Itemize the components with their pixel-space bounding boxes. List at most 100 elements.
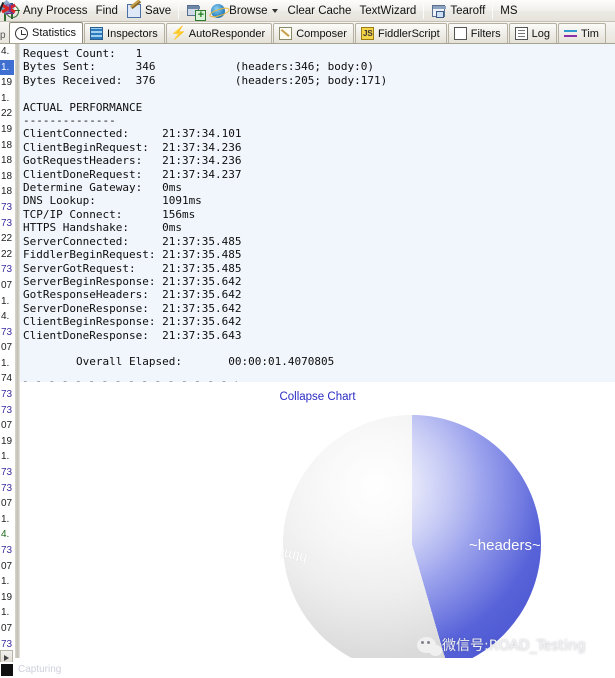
collapse-chart-link[interactable]: Collapse Chart [20, 391, 615, 403]
session-row[interactable]: 07 [0, 496, 14, 512]
session-row[interactable]: 1. [0, 91, 14, 107]
chart-area: Collapse Chart ~headers~ html [20, 383, 615, 658]
toolbar-button-clear-cache[interactable]: Clear Cache [0, 0, 356, 21]
tab-inspectors[interactable]: Inspectors [84, 23, 165, 43]
session-row[interactable]: 19 [0, 590, 14, 606]
session-row[interactable]: 73 [0, 387, 14, 403]
pie-label-headers: ~headers~ [469, 537, 541, 554]
session-row[interactable]: 4. [0, 44, 14, 60]
statistics-text: Request Count: 1 Bytes Sent: 346 (header… [23, 47, 388, 369]
session-row[interactable]: 18 [0, 184, 14, 200]
session-row[interactable]: 73 [0, 216, 14, 232]
toolbar-button-browse[interactable]: Browse [206, 1, 283, 21]
composer-icon [279, 27, 293, 40]
session-row[interactable]: 07 [0, 340, 14, 356]
session-row[interactable]: 73 [0, 403, 14, 419]
session-row[interactable]: 19 [0, 122, 14, 138]
text-wizard-icon: T [0, 0, 16, 16]
toolbar-separator-2 [423, 2, 425, 19]
toolbar-button-new-window[interactable] [182, 1, 207, 21]
lightning-icon [171, 25, 187, 40]
tab-label-autoresponder: AutoResponder [188, 27, 266, 40]
session-row[interactable]: 22 [0, 106, 14, 122]
tearoff-icon [431, 3, 447, 19]
tab-label-inspectors: Inspectors [107, 27, 158, 40]
toolbar-label-browse: Browse [229, 4, 268, 17]
toolbar-trailing-partial[interactable]: MS [496, 1, 521, 21]
session-row[interactable]: 73 [0, 262, 14, 278]
capture-indicator-icon[interactable] [1, 664, 13, 676]
script-js-icon [360, 27, 374, 40]
session-row[interactable]: 73 [0, 481, 14, 497]
session-row[interactable]: 07 [0, 559, 14, 575]
log-lines-icon [514, 27, 528, 40]
inspectors-icon [90, 27, 104, 40]
session-list-gutter[interactable]: 4. 1. 19 1. 22 19 18 18 18 18 73 73 22 22 73 07 1. 4. 73 07… [0, 44, 14, 656]
session-row[interactable]: 19 [0, 434, 14, 450]
toolbar-label-find: Find [95, 4, 118, 17]
session-row[interactable]: 74 [0, 371, 14, 387]
session-row[interactable]: 1. [0, 512, 14, 528]
tab-log[interactable]: Log [508, 23, 558, 43]
timeline-icon [564, 27, 578, 40]
main-toolbar: Any Process Find Save Browse Clear Cache… [0, 0, 615, 22]
status-bar: Capturing [0, 662, 615, 678]
tab-autoresponder[interactable]: AutoResponder [165, 23, 273, 43]
session-row[interactable]: 19 [0, 75, 14, 91]
session-row[interactable]: 1. [0, 356, 14, 372]
session-row[interactable]: 1. [0, 449, 14, 465]
tab-label-fiddlerscript: FiddlerScript [377, 27, 440, 40]
toolbar-label-any-process: Any Process [23, 4, 88, 17]
collapse-chart-label[interactable]: Collapse Chart [279, 391, 355, 403]
filter-box-icon [453, 27, 467, 40]
session-row[interactable]: 1. [0, 59, 14, 76]
toolbar-separator-3 [492, 2, 494, 19]
tab-statistics[interactable]: Statistics [9, 22, 84, 43]
toolbar-label-save: Save [144, 4, 172, 17]
browse-dropdown-caret-icon[interactable] [271, 8, 278, 13]
session-row[interactable]: 07 [0, 418, 14, 434]
statistics-separator-line: - - - - - - - - - - - - - - - - - - - - … [22, 381, 237, 382]
session-row[interactable]: 1. [0, 605, 14, 621]
session-row[interactable]: 4. [0, 309, 14, 325]
toolbar-label-text-wizard: TextWizard [359, 4, 417, 17]
session-row[interactable]: 07 [0, 278, 14, 294]
status-bar-text: Capturing [18, 664, 62, 675]
toolbar-button-find[interactable]: Find [1, 1, 122, 21]
tab-label-filters: Filters [470, 27, 501, 40]
toolbar-label-tearoff: Tearoff [450, 4, 486, 17]
tab-fiddlerscript[interactable]: FiddlerScript [354, 23, 447, 43]
stopwatch-icon [15, 26, 28, 40]
statistics-panel[interactable]: Request Count: 1 Bytes Sent: 346 (header… [20, 44, 615, 382]
session-row[interactable]: 73 [0, 465, 14, 481]
tab-label-log: Log [531, 27, 551, 40]
toolbar-button-save[interactable]: Save [122, 1, 175, 21]
session-row[interactable]: 22 [0, 231, 14, 247]
fiddler-window: Any Process Find Save Browse Clear Cache… [0, 0, 615, 678]
save-icon [126, 3, 142, 19]
tab-timeline[interactable]: Tim [558, 23, 606, 43]
toolbar-button-tearoff[interactable]: Tearoff [427, 1, 489, 21]
response-bytes-pie-chart[interactable]: ~headers~ html [279, 415, 543, 658]
session-row[interactable]: 73 [0, 325, 14, 341]
tab-composer[interactable]: Composer [273, 23, 354, 43]
session-row[interactable]: 18 [0, 153, 14, 169]
session-row[interactable]: 73 [0, 200, 14, 216]
inspector-tab-strip: p Statistics Inspectors AutoResponder Co… [0, 22, 615, 44]
toolbar-trailing-label: MS [500, 4, 518, 17]
tab-label-statistics: Statistics [32, 27, 77, 39]
toolbar-button-text-wizard[interactable]: T TextWizard [0, 1, 420, 21]
session-row[interactable]: 4. [0, 527, 14, 543]
session-row[interactable]: 22 [0, 247, 14, 263]
session-row[interactable]: 73 [0, 543, 14, 559]
session-row[interactable]: 18 [0, 169, 14, 185]
session-row[interactable]: 07 [0, 621, 14, 637]
session-row[interactable]: 1. [0, 574, 14, 590]
session-row[interactable]: 1. [0, 294, 14, 310]
internet-explorer-icon [210, 3, 226, 19]
session-row[interactable]: 18 [0, 138, 14, 154]
tab-strip-leading-partial: p [0, 30, 6, 41]
tab-label-composer: Composer [296, 27, 347, 40]
tab-filters[interactable]: Filters [447, 23, 508, 43]
tab-label-timeline: Tim [581, 27, 599, 40]
